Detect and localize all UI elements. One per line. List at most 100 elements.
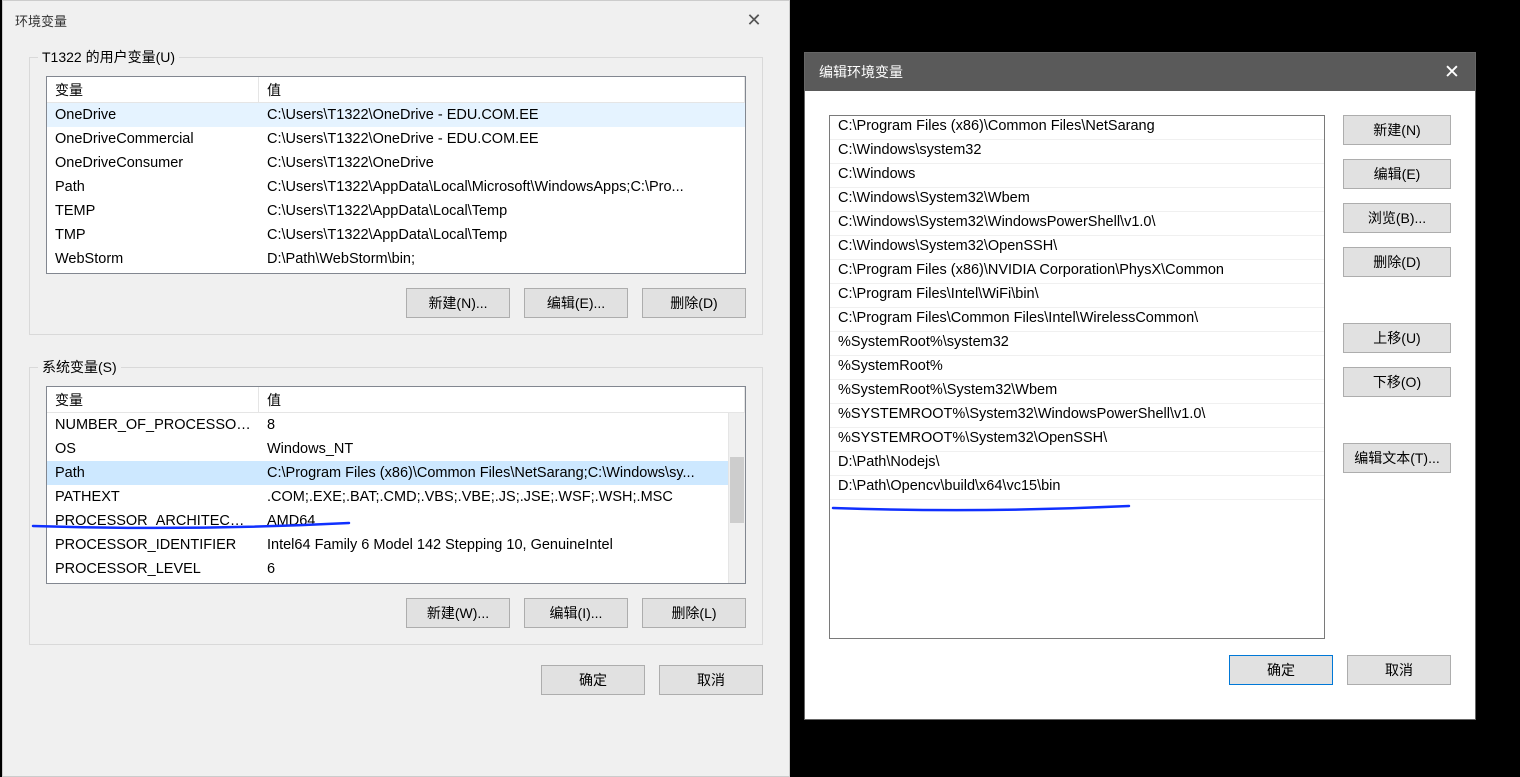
var-value: C:\Users\T1322\AppData\Local\Temp — [259, 227, 745, 243]
var-name: WebStorm — [47, 251, 259, 267]
new-button[interactable]: 新建(N) — [1343, 115, 1451, 145]
user-vars-table[interactable]: 变量 值 OneDriveC:\Users\T1322\OneDrive - E… — [46, 76, 746, 274]
list-item[interactable]: %SystemRoot% — [830, 356, 1324, 380]
var-value: C:\Users\T1322\OneDrive - EDU.COM.EE — [259, 131, 745, 147]
cancel-button[interactable]: 取消 — [1347, 655, 1451, 685]
table-row[interactable]: PathC:\Users\T1322\AppData\Local\Microso… — [47, 175, 745, 199]
env-vars-window: 环境变量 ✕ T1322 的用户变量(U) 变量 值 OneDriveC:\Us… — [2, 0, 790, 777]
list-item[interactable]: C:\Windows\System32\OpenSSH\ — [830, 236, 1324, 260]
table-header: 变量 值 — [47, 387, 745, 413]
table-row[interactable]: OneDriveCommercialC:\Users\T1322\OneDriv… — [47, 127, 745, 151]
var-value: C:\Users\T1322\OneDrive — [259, 155, 745, 171]
var-value: Intel64 Family 6 Model 142 Stepping 10, … — [259, 537, 728, 553]
move-down-button[interactable]: 下移(O) — [1343, 367, 1451, 397]
scrollbar-thumb[interactable] — [730, 457, 744, 523]
new-user-button[interactable]: 新建(N)... — [406, 288, 510, 318]
ok-button[interactable]: 确定 — [541, 665, 645, 695]
var-name: Path — [47, 465, 259, 481]
table-row[interactable]: TEMPC:\Users\T1322\AppData\Local\Temp — [47, 199, 745, 223]
var-value: D:\Path\WebStorm\bin; — [259, 251, 745, 267]
var-value: C:\Users\T1322\OneDrive - EDU.COM.EE — [259, 107, 745, 123]
delete-user-button[interactable]: 删除(D) — [642, 288, 746, 318]
dialog-body: C:\Program Files (x86)\Common Files\NetS… — [805, 91, 1475, 655]
var-name: OS — [47, 441, 259, 457]
side-buttons: 新建(N) 编辑(E) 浏览(B)... 删除(D) 上移(U) 下移(O) 编… — [1343, 115, 1451, 639]
table-row[interactable]: OneDriveC:\Users\T1322\OneDrive - EDU.CO… — [47, 103, 745, 127]
edit-button[interactable]: 编辑(E) — [1343, 159, 1451, 189]
col-name[interactable]: 变量 — [47, 387, 259, 413]
list-item[interactable]: C:\Windows\System32\Wbem — [830, 188, 1324, 212]
table-row[interactable]: TMPC:\Users\T1322\AppData\Local\Temp — [47, 223, 745, 247]
table-row[interactable]: PROCESSOR_ARCHITECTUREAMD64 — [47, 509, 728, 533]
list-item[interactable]: D:\Path\Nodejs\ — [830, 452, 1324, 476]
table-row[interactable]: WebStormD:\Path\WebStorm\bin; — [47, 247, 745, 271]
list-item[interactable]: %SYSTEMROOT%\System32\OpenSSH\ — [830, 428, 1324, 452]
var-value: C:\Users\T1322\AppData\Local\Temp — [259, 203, 745, 219]
var-value: C:\Program Files (x86)\Common Files\NetS… — [259, 465, 728, 481]
var-value: AMD64 — [259, 513, 728, 529]
table-row[interactable]: PATHEXT.COM;.EXE;.BAT;.CMD;.VBS;.VBE;.JS… — [47, 485, 728, 509]
scrollbar[interactable] — [728, 413, 745, 583]
window-title: 环境变量 — [15, 11, 731, 30]
new-sys-button[interactable]: 新建(W)... — [406, 598, 510, 628]
list-item[interactable]: C:\Program Files (x86)\NVIDIA Corporatio… — [830, 260, 1324, 284]
list-item[interactable]: C:\Program Files\Common Files\Intel\Wire… — [830, 308, 1324, 332]
table-header: 变量 值 — [47, 77, 745, 103]
delete-button[interactable]: 删除(D) — [1343, 247, 1451, 277]
list-item[interactable]: %SystemRoot%\system32 — [830, 332, 1324, 356]
user-vars-legend: T1322 的用户变量(U) — [38, 47, 179, 67]
browse-button[interactable]: 浏览(B)... — [1343, 203, 1451, 233]
col-value[interactable]: 值 — [259, 387, 745, 413]
var-name: PROCESSOR_LEVEL — [47, 561, 259, 577]
var-value: .COM;.EXE;.BAT;.CMD;.VBS;.VBE;.JS;.JSE;.… — [259, 489, 728, 505]
col-name[interactable]: 变量 — [47, 77, 259, 103]
list-item[interactable]: D:\Path\Opencv\build\x64\vc15\bin — [830, 476, 1324, 500]
window-title: 编辑环境变量 — [819, 62, 903, 82]
list-item[interactable]: C:\Windows — [830, 164, 1324, 188]
var-value: Windows_NT — [259, 441, 728, 457]
system-vars-table[interactable]: 变量 值 NUMBER_OF_PROCESSORS8OSWindows_NTPa… — [46, 386, 746, 584]
titlebar: 环境变量 ✕ — [3, 1, 789, 39]
close-icon[interactable]: ✕ — [731, 4, 777, 36]
table-row[interactable]: OneDriveConsumerC:\Users\T1322\OneDrive — [47, 151, 745, 175]
list-item[interactable]: %SYSTEMROOT%\System32\WindowsPowerShell\… — [830, 404, 1324, 428]
cancel-button[interactable]: 取消 — [659, 665, 763, 695]
var-value: 8 — [259, 417, 728, 433]
var-name: PATHEXT — [47, 489, 259, 505]
dialog-buttons: 确定 取消 — [29, 665, 763, 695]
var-name: NUMBER_OF_PROCESSORS — [47, 417, 259, 433]
var-name: OneDriveConsumer — [47, 155, 259, 171]
list-item[interactable]: C:\Windows\system32 — [830, 140, 1324, 164]
col-value[interactable]: 值 — [259, 77, 745, 103]
move-up-button[interactable]: 上移(U) — [1343, 323, 1451, 353]
list-item[interactable]: %SystemRoot%\System32\Wbem — [830, 380, 1324, 404]
edit-user-button[interactable]: 编辑(E)... — [524, 288, 628, 318]
edit-text-button[interactable]: 编辑文本(T)... — [1343, 443, 1451, 473]
table-row[interactable]: PROCESSOR_IDENTIFIERIntel64 Family 6 Mod… — [47, 533, 728, 557]
delete-sys-button[interactable]: 删除(L) — [642, 598, 746, 628]
var-value: 6 — [259, 561, 728, 577]
user-buttons: 新建(N)... 编辑(E)... 删除(D) — [46, 288, 746, 318]
var-name: PROCESSOR_ARCHITECTURE — [47, 513, 259, 529]
list-item[interactable]: C:\Program Files (x86)\Common Files\NetS… — [830, 116, 1324, 140]
var-name: PROCESSOR_IDENTIFIER — [47, 537, 259, 553]
list-item[interactable]: C:\Windows\System32\WindowsPowerShell\v1… — [830, 212, 1324, 236]
edit-sys-button[interactable]: 编辑(I)... — [524, 598, 628, 628]
var-name: OneDrive — [47, 107, 259, 123]
list-item[interactable]: C:\Program Files\Intel\WiFi\bin\ — [830, 284, 1324, 308]
table-row[interactable]: PROCESSOR_LEVEL6 — [47, 557, 728, 581]
dialog-buttons: 确定 取消 — [805, 655, 1475, 707]
system-buttons: 新建(W)... 编辑(I)... 删除(L) — [46, 598, 746, 628]
table-row[interactable]: OSWindows_NT — [47, 437, 728, 461]
ok-button[interactable]: 确定 — [1229, 655, 1333, 685]
var-name: TMP — [47, 227, 259, 243]
system-vars-group: 系统变量(S) 变量 值 NUMBER_OF_PROCESSORS8OSWind… — [29, 367, 763, 645]
table-row[interactable]: NUMBER_OF_PROCESSORS8 — [47, 413, 728, 437]
table-row[interactable]: PathC:\Program Files (x86)\Common Files\… — [47, 461, 728, 485]
user-vars-group: T1322 的用户变量(U) 变量 值 OneDriveC:\Users\T13… — [29, 57, 763, 335]
var-name: Path — [47, 179, 259, 195]
path-list[interactable]: C:\Program Files (x86)\Common Files\NetS… — [829, 115, 1325, 639]
edit-env-var-window: 编辑环境变量 ✕ C:\Program Files (x86)\Common F… — [804, 52, 1476, 720]
close-icon[interactable]: ✕ — [1429, 53, 1475, 91]
var-name: OneDriveCommercial — [47, 131, 259, 147]
